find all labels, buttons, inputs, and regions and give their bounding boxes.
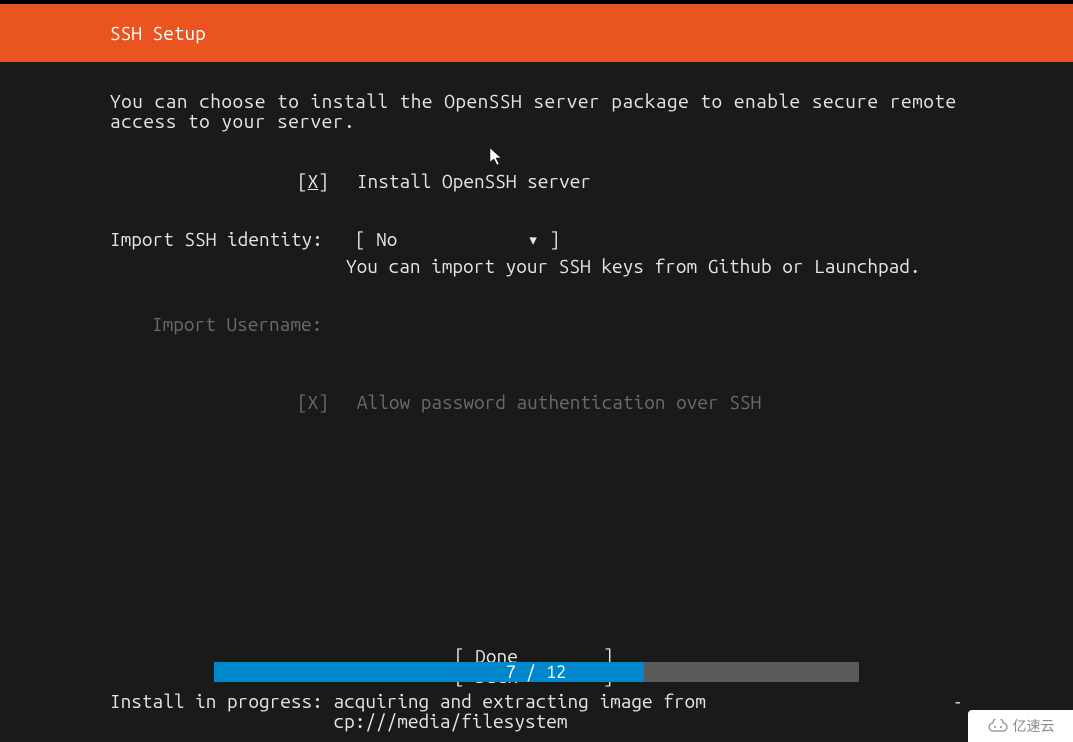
progress-bar: 7 / 12 (0, 662, 1073, 682)
progress-filled: 7 / 12 (214, 662, 644, 682)
progress-text: 7 / 12 (214, 662, 858, 682)
status-bar: Install in progress: acquiring and extra… (110, 692, 973, 732)
install-openssh-checkbox[interactable]: [X] (297, 170, 329, 192)
allow-password-row: [X] Allow password authentication over S… (297, 391, 1073, 413)
allow-password-checkbox: [X] (297, 391, 329, 413)
header-bar: SSH Setup (0, 4, 1073, 62)
chevron-down-icon: ▾ (527, 228, 538, 250)
import-identity-hint: You can import your SSH keys from Github… (346, 255, 1073, 277)
watermark: 亿速云 (968, 710, 1073, 742)
spinner-icon: - (952, 692, 963, 712)
allow-password-label: Allow password authentication over SSH (357, 391, 761, 413)
cloud-icon (987, 719, 1009, 733)
install-openssh-label: Install OpenSSH server (357, 170, 591, 192)
import-identity-dropdown[interactable]: [ No▾ ] (355, 228, 560, 251)
import-identity-label: Import SSH identity: (110, 228, 323, 251)
page-title: SSH Setup (110, 22, 206, 44)
description-text: You can choose to install the OpenSSH se… (110, 92, 1073, 132)
import-username-row: Import Username: (152, 313, 1073, 335)
install-openssh-row[interactable]: [X] Install OpenSSH server (110, 170, 1073, 192)
import-username-label: Import Username: (152, 313, 322, 335)
